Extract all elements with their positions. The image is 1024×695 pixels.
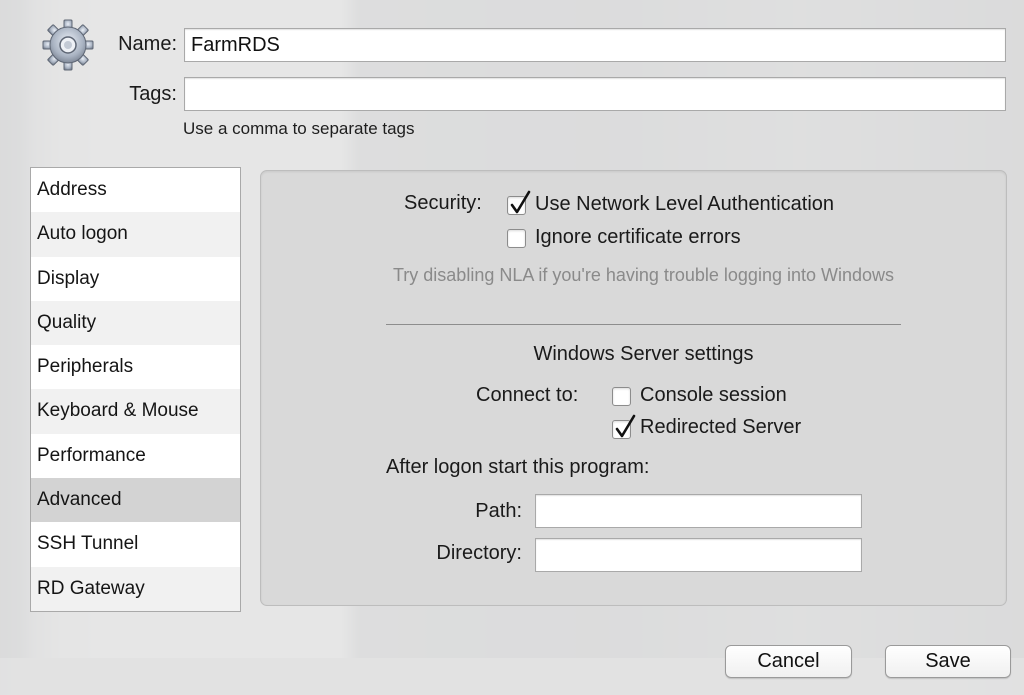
sidebar-item-keyboard-mouse[interactable]: Keyboard & Mouse xyxy=(31,389,240,434)
checkmark-icon xyxy=(510,190,531,214)
security-label: Security: xyxy=(404,192,482,214)
directory-field[interactable] xyxy=(535,538,862,572)
gear-icon xyxy=(42,19,94,71)
directory-label: Directory: xyxy=(436,542,522,564)
sidebar-item-quality[interactable]: Quality xyxy=(31,300,240,346)
nla-hint: Try disabling NLA if you're having troub… xyxy=(392,265,895,285)
tags-field[interactable] xyxy=(184,77,1006,111)
console-session-label: Console session xyxy=(640,384,787,406)
sidebar-item-peripherals[interactable]: Peripherals xyxy=(31,345,240,389)
sheet-footer-area xyxy=(0,658,1024,695)
ignore-cert-label: Ignore certificate errors xyxy=(535,226,741,248)
sidebar-item-ssh-tunnel[interactable]: SSH Tunnel xyxy=(31,522,240,566)
connect-to-label: Connect to: xyxy=(476,384,579,406)
redirected-server-label: Redirected Server xyxy=(640,416,802,438)
server-settings-heading: Windows Server settings xyxy=(533,343,754,365)
settings-category-list: Address Auto logon Display Quality Perip… xyxy=(30,167,241,612)
sidebar-item-auto-logon[interactable]: Auto logon xyxy=(31,212,240,257)
sidebar-item-address[interactable]: Address xyxy=(31,168,240,212)
tags-hint: Use a comma to separate tags xyxy=(183,119,415,138)
path-label: Path: xyxy=(475,500,522,522)
sidebar-item-display[interactable]: Display xyxy=(31,257,240,301)
nla-label: Use Network Level Authentication xyxy=(535,193,835,215)
name-label: Name: xyxy=(118,33,177,55)
save-button[interactable]: Save xyxy=(885,645,1011,678)
redirected-server-checkbox[interactable] xyxy=(612,414,636,439)
checkmark-icon xyxy=(615,414,636,438)
cancel-button[interactable]: Cancel xyxy=(725,645,852,678)
section-divider xyxy=(386,324,901,325)
after-logon-label: After logon start this program: xyxy=(386,456,650,478)
sidebar-item-advanced[interactable]: Advanced xyxy=(31,478,240,523)
console-session-checkbox[interactable] xyxy=(612,387,631,406)
name-field[interactable]: FarmRDS xyxy=(184,28,1006,62)
sidebar-item-performance[interactable]: Performance xyxy=(31,434,240,478)
tags-label: Tags: xyxy=(129,83,177,105)
path-field[interactable] xyxy=(535,494,862,528)
ignore-cert-checkbox[interactable] xyxy=(507,229,526,248)
nla-checkbox[interactable] xyxy=(507,190,531,215)
sidebar-item-rd-gateway[interactable]: RD Gateway xyxy=(31,566,240,611)
